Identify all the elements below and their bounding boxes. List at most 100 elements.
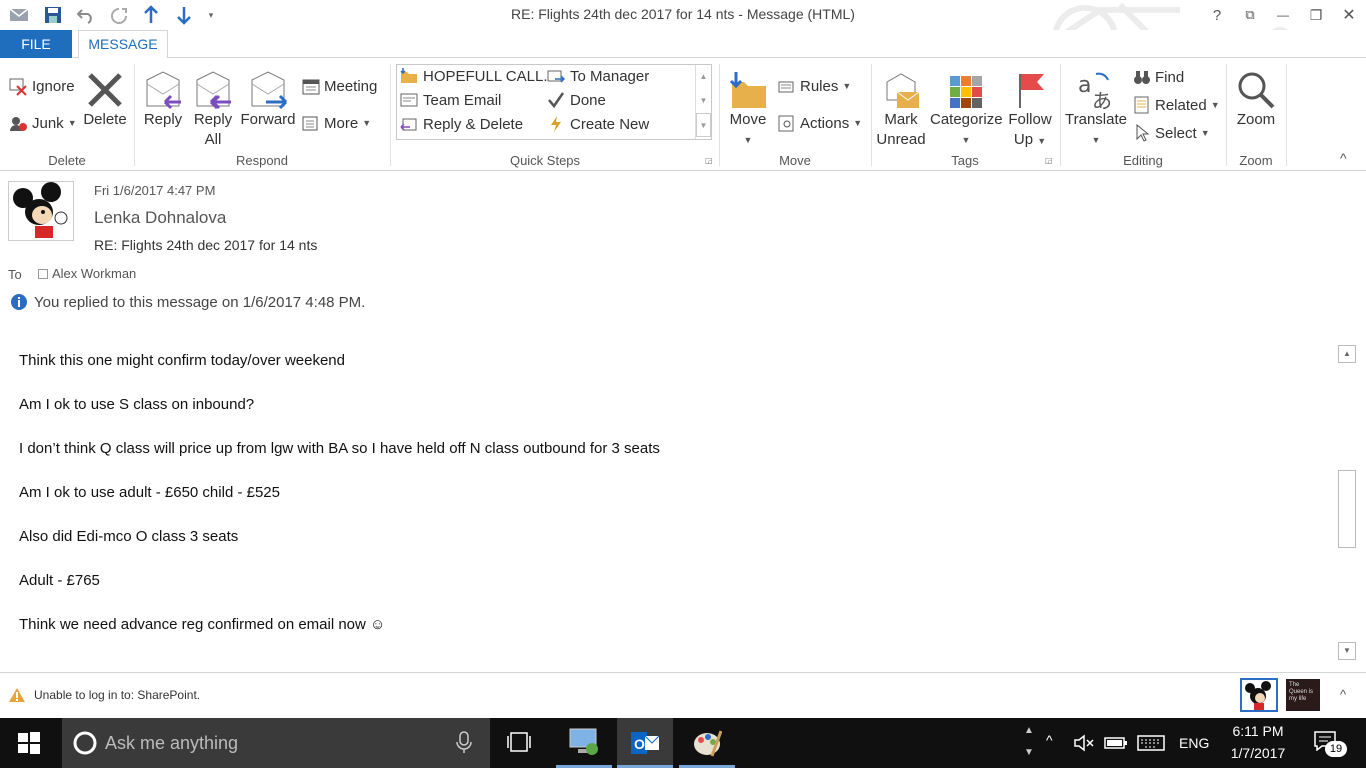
scroll-up-icon[interactable]: ▲ xyxy=(696,65,711,89)
translate-dropdown-icon: ▼ xyxy=(1091,135,1101,145)
group-label-zoom: Zoom xyxy=(1239,153,1273,168)
sender-name[interactable]: Lenka Dohnalova xyxy=(94,208,226,228)
quick-step-hopefull-call[interactable]: HOPEFULL CALL... xyxy=(400,67,556,85)
tab-message[interactable]: MESSAGE xyxy=(78,30,168,59)
vertical-scrollbar[interactable]: ▲ ▼ xyxy=(1338,345,1356,660)
help-button[interactable]: ? xyxy=(1202,2,1232,28)
quick-steps-dialog-launcher-icon[interactable]: ◲ xyxy=(705,156,713,165)
zoom-button[interactable]: Zoom xyxy=(1232,66,1280,130)
body-paragraph: Am I ok to use S class on inbound? xyxy=(19,396,255,413)
reply-all-button[interactable]: Reply All xyxy=(190,66,236,150)
translate-button[interactable]: aあ Translate ▼ xyxy=(1064,66,1128,150)
move-button[interactable]: Move ▼ xyxy=(725,66,771,150)
group-separator xyxy=(1286,64,1287,166)
reply-button[interactable]: Reply xyxy=(140,66,186,130)
quick-step-done[interactable]: Done xyxy=(547,91,606,109)
show-hidden-icons[interactable]: ^ xyxy=(1046,732,1053,748)
maximize-button[interactable]: ❐ xyxy=(1301,2,1331,28)
people-pane-contact[interactable] xyxy=(1240,678,1278,712)
scroll-down-arrow-icon[interactable]: ▼ xyxy=(1338,642,1356,660)
taskbar-scroll-down-icon[interactable]: ▼ xyxy=(1020,742,1038,764)
related-button[interactable]: Related ▼ xyxy=(1133,94,1220,116)
scroll-down-icon[interactable]: ▼ xyxy=(696,89,711,113)
paint-icon xyxy=(694,730,722,757)
svg-text:O: O xyxy=(634,736,645,752)
scroll-thumb[interactable] xyxy=(1338,470,1356,548)
action-center-button[interactable]: 19 xyxy=(1312,729,1348,759)
forward-button[interactable]: Forward xyxy=(240,66,296,130)
people-pane-contact-2[interactable]: The Queen is my life xyxy=(1286,679,1320,711)
keyboard-icon[interactable] xyxy=(1137,735,1165,751)
group-separator xyxy=(871,64,872,166)
taskbar-search-box[interactable]: Ask me anything xyxy=(62,718,490,768)
forward-mail-icon xyxy=(547,70,565,83)
recipient-name: Alex Workman xyxy=(52,266,137,281)
follow-up-button[interactable]: Follow Up ▼ xyxy=(1005,66,1055,151)
taskbar-scroll-up-icon[interactable]: ▲ xyxy=(1020,720,1038,742)
collapse-ribbon-icon[interactable]: ^ xyxy=(1340,150,1347,166)
body-paragraph: Think we need advance reg confirmed on e… xyxy=(19,616,386,633)
binoculars-icon xyxy=(1134,71,1150,84)
info-bar[interactable]: You replied to this message on 1/6/2017 … xyxy=(10,293,365,311)
junk-dropdown-icon: ▼ xyxy=(67,118,77,128)
windows-logo-icon xyxy=(18,732,40,754)
ribbon-display-options-button[interactable]: ⧉ xyxy=(1235,2,1265,28)
junk-button[interactable]: Junk ▼ xyxy=(8,112,77,134)
rules-button[interactable]: Rules ▼ xyxy=(778,75,851,97)
clock-time[interactable]: 6:11 PM xyxy=(1224,723,1292,739)
ignore-icon xyxy=(9,78,27,96)
quick-step-create-new[interactable]: Create New xyxy=(547,115,649,133)
mark-unread-button[interactable]: Mark Unread xyxy=(874,66,928,150)
volume-muted-icon[interactable] xyxy=(1073,734,1095,752)
quick-step-label: HOPEFULL CALL... xyxy=(423,67,556,85)
close-button[interactable]: ✕ xyxy=(1334,2,1364,28)
more-respond-button[interactable]: More ▼ xyxy=(302,112,371,134)
group-separator xyxy=(1226,64,1227,166)
start-button[interactable] xyxy=(18,732,40,759)
task-view-icon xyxy=(507,732,531,752)
follow-up-dropdown-icon: ▼ xyxy=(1037,136,1047,146)
follow-up-label-line1: Follow xyxy=(1008,111,1052,128)
microphone-icon[interactable] xyxy=(456,731,472,755)
group-separator xyxy=(134,64,135,166)
minimize-button[interactable]: — xyxy=(1268,2,1298,28)
ignore-button[interactable]: Ignore xyxy=(8,75,75,97)
task-view-button[interactable] xyxy=(506,731,532,758)
body-paragraph: I don’t think Q class will price up from… xyxy=(19,440,660,457)
quick-step-reply-delete[interactable]: Reply & Delete xyxy=(400,115,523,133)
delete-button[interactable]: Delete xyxy=(80,66,130,130)
expand-gallery-icon[interactable]: ▼ xyxy=(696,113,711,137)
reply-delete-icon xyxy=(400,118,417,131)
battery-icon[interactable] xyxy=(1104,736,1128,750)
scroll-up-arrow-icon[interactable]: ▲ xyxy=(1338,345,1356,363)
status-bar: Unable to log in to: SharePoint. The Que… xyxy=(0,672,1366,718)
expand-people-pane-icon[interactable]: ^ xyxy=(1340,687,1346,702)
select-button[interactable]: Select ▼ xyxy=(1133,122,1210,144)
taskbar-scroller[interactable]: ▲ ▼ xyxy=(1020,720,1038,766)
meeting-icon xyxy=(302,79,320,95)
categorize-button[interactable]: Categorize ▼ xyxy=(930,66,1003,150)
select-label: Select xyxy=(1155,124,1197,142)
svg-text:a: a xyxy=(1078,73,1091,98)
quick-steps-scroller[interactable]: ▲ ▼ ▼ xyxy=(695,65,711,139)
clock-date[interactable]: 1/7/2017 xyxy=(1224,745,1292,761)
message-body[interactable]: Think this one might confirm today/over … xyxy=(0,341,1338,671)
mark-unread-icon xyxy=(886,73,920,108)
actions-button[interactable]: Actions ▼ xyxy=(778,112,862,134)
notification-count-badge: 19 xyxy=(1325,741,1347,757)
taskbar-app-outlook[interactable]: O xyxy=(617,718,673,768)
taskbar-app-paint[interactable] xyxy=(679,718,735,768)
input-language[interactable]: ENG xyxy=(1179,735,1209,751)
tab-file[interactable]: FILE xyxy=(0,30,72,58)
taskbar-app-remote-desktop[interactable] xyxy=(556,718,612,768)
quick-step-to-manager[interactable]: To Manager xyxy=(547,67,649,85)
quick-step-team-email[interactable]: Team Email xyxy=(400,91,501,109)
reply-all-label-line2: All xyxy=(204,131,222,148)
reply-icon xyxy=(146,71,181,110)
find-button[interactable]: Find xyxy=(1133,66,1184,88)
status-warning[interactable]: Unable to log in to: SharePoint. xyxy=(8,687,200,703)
tags-dialog-launcher-icon[interactable]: ◲ xyxy=(1045,156,1053,165)
meeting-button[interactable]: Meeting xyxy=(302,75,377,97)
recipient[interactable]: Alex Workman xyxy=(38,266,136,281)
group-separator xyxy=(390,64,391,166)
